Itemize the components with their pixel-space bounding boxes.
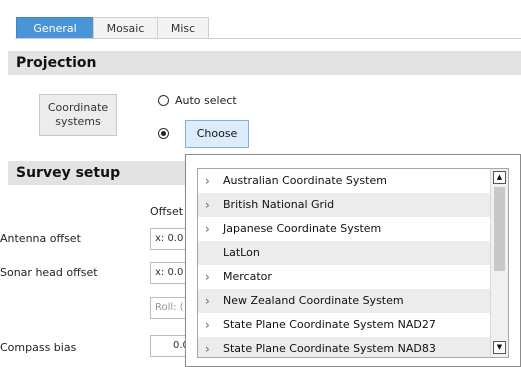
antenna-x-field[interactable]: x: 0.0 (150, 228, 190, 250)
chevron-right-icon[interactable]: › (205, 193, 210, 217)
chevron-right-icon[interactable]: › (205, 337, 210, 357)
radio-selected-dot (161, 131, 166, 136)
list-item-label: Japanese Coordinate System (223, 222, 382, 235)
coordinate-system-dropdown[interactable]: › Australian Coordinate System › British… (185, 154, 521, 367)
chevron-right-icon[interactable]: › (205, 217, 210, 241)
offset-column-label: Offset (150, 205, 184, 218)
list-scrollbar[interactable]: ▲ ▼ (490, 169, 508, 357)
list-item-label: British National Grid (223, 198, 335, 211)
choose-button[interactable]: Choose (185, 120, 249, 148)
list-item-label: Australian Coordinate System (223, 174, 387, 187)
tab-strip-divider (15, 38, 521, 39)
list-item[interactable]: › British National Grid (198, 193, 493, 217)
tab-general[interactable]: General (16, 17, 94, 39)
coordinate-systems-button[interactable]: Coordinate systems (39, 94, 117, 136)
coordinate-system-list[interactable]: › Australian Coordinate System › British… (197, 168, 509, 358)
choose-radio[interactable] (158, 128, 169, 139)
chevron-right-icon[interactable]: › (205, 265, 210, 289)
tab-misc[interactable]: Misc (157, 17, 209, 39)
compass-bias-field[interactable]: 0.0 (150, 335, 190, 357)
list-item-label: State Plane Coordinate System NAD83 (223, 342, 436, 355)
antenna-offset-label: Antenna offset (0, 232, 81, 245)
list-item[interactable]: › Japanese Coordinate System (198, 217, 493, 241)
list-item[interactable]: › State Plane Coordinate System NAD83 (198, 337, 493, 357)
compass-bias-label: Compass bias (0, 341, 77, 354)
list-item-label: New Zealand Coordinate System (223, 294, 404, 307)
list-item[interactable]: LatLon (198, 241, 493, 265)
chevron-right-icon[interactable]: › (205, 289, 210, 313)
auto-select-radio[interactable] (158, 95, 169, 106)
list-item-label: State Plane Coordinate System NAD27 (223, 318, 436, 331)
projection-header: Projection (8, 51, 521, 75)
list-item[interactable]: › State Plane Coordinate System NAD27 (198, 313, 493, 337)
tab-mosaic[interactable]: Mosaic (93, 17, 158, 39)
roll-field[interactable]: Roll: ( (150, 297, 190, 319)
scroll-up-icon[interactable]: ▲ (493, 171, 506, 184)
list-item[interactable]: › Mercator (198, 265, 493, 289)
auto-select-label: Auto select (175, 94, 237, 107)
chevron-right-icon[interactable]: › (205, 169, 210, 193)
chevron-right-icon[interactable]: › (205, 313, 210, 337)
list-item[interactable]: › New Zealand Coordinate System (198, 289, 493, 313)
scroll-down-icon[interactable]: ▼ (493, 341, 506, 354)
list-item-label: LatLon (223, 246, 260, 259)
sonar-x-field[interactable]: x: 0.0 (150, 262, 190, 284)
scrollbar-thumb[interactable] (494, 187, 505, 271)
list-item[interactable]: › Australian Coordinate System (198, 169, 493, 193)
sonar-head-offset-label: Sonar head offset (0, 266, 98, 279)
list-item-label: Mercator (223, 270, 272, 283)
